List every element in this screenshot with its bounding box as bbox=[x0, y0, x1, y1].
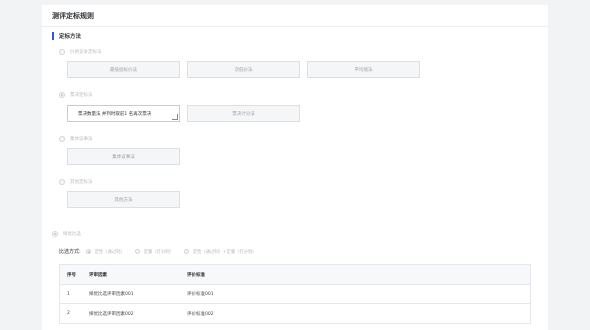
radio-collective[interactable] bbox=[59, 136, 65, 142]
radio-compare[interactable] bbox=[52, 231, 58, 237]
option-vote[interactable]: 票决定标法 bbox=[59, 92, 93, 98]
column-header: 评价标准 bbox=[187, 272, 205, 278]
second-lowest-button[interactable]: 次低价法 bbox=[187, 61, 300, 78]
section-accent-bar bbox=[52, 32, 54, 40]
average-button[interactable]: 平均值法 bbox=[307, 61, 420, 78]
radio-other[interactable] bbox=[59, 179, 65, 185]
panel-header: 测评定标规则 bbox=[42, 5, 548, 27]
compare-mode-label: 比选方式: bbox=[59, 249, 81, 255]
table-header-row: 序号 评审因素 评价标准 bbox=[60, 265, 530, 285]
option-collective[interactable]: 集体议事法 bbox=[59, 136, 93, 142]
option-label: 价格竞争定标法 bbox=[70, 50, 102, 55]
section-heading: 定标方法 bbox=[52, 32, 81, 40]
lowest-price-button[interactable]: 最低投标价法 bbox=[67, 61, 180, 78]
column-header: 序号 bbox=[67, 272, 76, 278]
option-label: 择优比选 bbox=[63, 232, 81, 237]
option-price-competition[interactable]: 价格竞争定标法 bbox=[59, 49, 102, 55]
criteria-table: 序号 评审因素 评价标准 1 择优比选评审因素001 评价标准001 2 择优比… bbox=[59, 264, 531, 324]
compare-opt-label: 定量（打分制） bbox=[143, 249, 174, 255]
option-label: 其他定标法 bbox=[70, 180, 93, 185]
compare-opt-label: 定性（通过制）+定量（打分制） bbox=[192, 249, 257, 255]
compare-opt-combined[interactable]: 定性（通过制）+定量（打分制） bbox=[183, 249, 257, 255]
compare-opt-quantitative[interactable]: 定量（打分制） bbox=[134, 249, 174, 255]
radio-price-competition[interactable] bbox=[59, 49, 65, 55]
table-cell: 择优比选评审因素001 bbox=[89, 292, 134, 297]
collective-button[interactable]: 集体议事法 bbox=[67, 148, 180, 165]
option-label: 票决定标法 bbox=[70, 93, 93, 98]
resize-handle-icon[interactable] bbox=[172, 114, 178, 120]
table-cell: 评价标准001 bbox=[187, 292, 214, 297]
option-compare[interactable]: 择优比选 bbox=[52, 231, 81, 237]
option-label: 集体议事法 bbox=[70, 137, 93, 142]
column-header: 评审因素 bbox=[89, 272, 107, 278]
table-row: 2 择优比选评审因素002 评价标准002 bbox=[60, 304, 530, 323]
section-title: 定标方法 bbox=[59, 34, 82, 40]
panel-title: 测评定标规则 bbox=[52, 11, 94, 20]
vote-score-button[interactable]: 票决计分法 bbox=[187, 105, 300, 122]
radio-quantitative[interactable] bbox=[134, 249, 140, 254]
table-row: 1 择优比选评审因素001 评价标准001 bbox=[60, 285, 530, 304]
table-cell: 择优比选评审因素002 bbox=[89, 311, 134, 317]
rules-panel: 测评定标规则 定标方法 价格竞争定标法 最低投标价法 次低价法 平均值法 票决定… bbox=[42, 5, 548, 330]
compare-opt-qualitative[interactable]: 定性（通过制） bbox=[85, 249, 125, 255]
compare-mode-row: 比选方式: 定性（通过制） 定量（打分制） 定性（通过制）+定量（打分制） bbox=[59, 248, 267, 255]
compare-opt-label: 定性（通过制） bbox=[94, 249, 125, 255]
vote-count-input[interactable]: 票决数量法 并列时取前1 名再次票决 bbox=[67, 105, 180, 122]
option-other[interactable]: 其他定标法 bbox=[59, 179, 93, 185]
vote-count-text: 票决数量法 并列时取前1 名再次票决 bbox=[78, 111, 152, 117]
other-method-button[interactable]: 其他方法 bbox=[67, 191, 180, 208]
radio-vote[interactable] bbox=[59, 92, 65, 98]
radio-combined[interactable] bbox=[183, 249, 189, 254]
table-cell: 1 bbox=[67, 291, 70, 297]
table-cell: 评价标准002 bbox=[187, 311, 214, 317]
table-cell: 2 bbox=[67, 311, 70, 316]
radio-qualitative[interactable] bbox=[85, 249, 91, 254]
